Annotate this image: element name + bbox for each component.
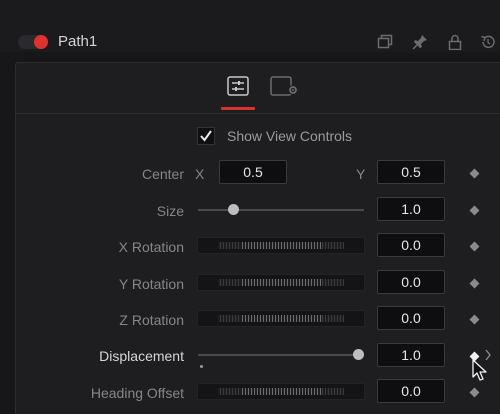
copy-icon[interactable]: [377, 34, 393, 50]
z-rotation-thumbwheel[interactable]: [197, 310, 365, 327]
size-slider-handle[interactable]: [228, 204, 239, 215]
show-view-controls-label: Show View Controls: [227, 128, 353, 144]
node-enable-toggle[interactable]: [18, 35, 48, 49]
heading-offset-field[interactable]: 0.0: [377, 379, 445, 403]
x-rotation-label: X Rotation: [118, 239, 184, 255]
show-view-controls-checkbox[interactable]: [197, 127, 215, 145]
x-rotation-thumbwheel[interactable]: [197, 237, 365, 254]
reset-icon[interactable]: [480, 34, 496, 50]
center-x-field[interactable]: 0.5: [219, 160, 287, 184]
tab-bar: [15, 62, 500, 114]
displacement-slider-handle[interactable]: [353, 349, 364, 360]
node-title: Path1: [58, 33, 98, 50]
mouse-cursor-icon: [472, 359, 487, 381]
toggle-dot: [34, 35, 48, 49]
active-tab-indicator: [221, 107, 255, 110]
displacement-slider-track[interactable]: [198, 354, 360, 356]
default-value-marker: [200, 365, 203, 368]
size-label: Size: [156, 203, 184, 219]
lock-icon[interactable]: [447, 34, 463, 50]
sliders-icon[interactable]: [227, 76, 249, 96]
heading-offset-label: Heading Offset: [90, 385, 184, 401]
y-rotation-field[interactable]: 0.0: [377, 270, 445, 294]
z-rotation-label: Z Rotation: [119, 312, 184, 328]
center-x-axis-label: X: [195, 166, 205, 182]
pin-icon[interactable]: [412, 34, 428, 50]
center-y-field[interactable]: 0.5: [377, 160, 445, 184]
x-rotation-field[interactable]: 0.0: [377, 233, 445, 257]
y-rotation-label: Y Rotation: [118, 276, 184, 292]
center-label: Center: [141, 166, 184, 182]
size-field[interactable]: 1.0: [377, 197, 445, 221]
displacement-field[interactable]: 1.0: [377, 343, 445, 367]
gear-icon[interactable]: [270, 76, 300, 96]
size-slider-track[interactable]: [198, 209, 364, 211]
node-header: Path1: [0, 0, 500, 52]
heading-offset-thumbwheel[interactable]: [197, 383, 365, 400]
displacement-label: Displacement: [99, 348, 184, 364]
y-rotation-thumbwheel[interactable]: [197, 274, 365, 291]
z-rotation-field[interactable]: 0.0: [377, 306, 445, 330]
center-y-axis-label: Y: [356, 166, 366, 182]
checkmark-icon: [200, 130, 212, 142]
